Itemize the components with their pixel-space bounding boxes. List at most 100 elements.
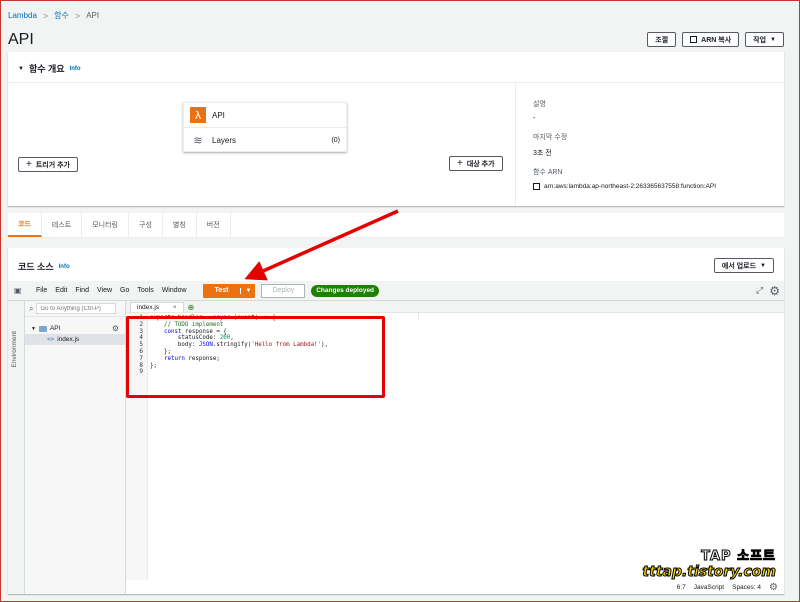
lambda-icon: λ [190,107,206,123]
test-button[interactable]: Test ▼ [202,283,256,298]
js-file-icon: <> [47,336,55,343]
ide-menubar: ▣ File Edit Find View Go Tools Window Te… [8,281,784,301]
tab-test[interactable]: 테스트 [42,212,83,237]
cursor-position: 6:7 [676,583,686,591]
copy-arn-button[interactable]: ARN 복사 [682,32,740,47]
add-destination-button[interactable]: + 대상 추가 [449,156,503,171]
language-mode[interactable]: JavaScript [694,584,724,591]
breadcrumb-separator: > [74,10,81,21]
breadcrumb: Lambda > 함수 > API [8,10,99,21]
function-overview-header[interactable]: ▼ 함수 개요 Info [18,62,81,75]
editor-status-bar: 6:7 JavaScript Spaces: 4 ⚙ [126,580,784,594]
tab-versions[interactable]: 버전 [197,212,231,237]
tree-folder-api[interactable]: ▼ API ⚙ [25,323,125,334]
divider [8,82,784,83]
goto-anything-input[interactable] [36,303,117,314]
vertical-divider [515,82,516,206]
adjust-label: 조절 [655,36,669,44]
menu-edit[interactable]: Edit [55,287,67,294]
environment-tab[interactable]: Environment [11,331,18,368]
deployed-status-badge: Changes deployed [311,284,380,297]
copy-icon[interactable] [533,183,540,190]
tab-configuration[interactable]: 구성 [129,212,163,237]
close-icon[interactable]: × [173,305,177,311]
function-name: API [212,110,225,120]
adjust-button[interactable]: 조절 [647,32,677,47]
menu-file[interactable]: File [36,287,47,294]
code-source-title: 코드 소스 [18,262,54,272]
new-tab-icon[interactable]: ⊕ [188,303,195,312]
actions-dropdown[interactable]: 작업 ▼ [745,32,784,47]
gear-icon[interactable]: ⚙ [769,582,778,593]
chevron-down-icon: ▼ [31,325,36,332]
upload-from-dropdown[interactable]: 에서 업로드 ▼ [713,258,774,273]
plus-icon: + [26,159,32,170]
menu-find[interactable]: Find [75,287,89,294]
tree-file-index-js[interactable]: <> index.js [25,334,125,345]
editor-tab-index-js[interactable]: index.js × [130,302,184,312]
actions-label: 작업 [753,36,767,44]
indent-setting[interactable]: Spaces: 4 [732,584,761,591]
last-modified-section: 마지막 수정 3초 전 [533,132,567,158]
caret-down-icon: ▼ [770,36,776,43]
gear-icon[interactable]: ⚙ [112,324,119,333]
info-link[interactable]: Info [59,264,70,270]
fullscreen-icon[interactable]: ⤢ [756,286,763,296]
function-overview-title: 함수 개요 [28,64,65,74]
print-margin [418,313,419,320]
description-section: 설명 - [533,99,546,122]
ide-toolbar-icons: ⤢ ⚙ [756,281,780,301]
breadcrumb-functions[interactable]: 함수 [54,10,69,21]
search-icon: ⌕ [29,303,34,313]
add-trigger-label: 트리거 추가 [35,161,70,169]
folder-name: API [49,325,61,332]
tab-monitoring[interactable]: 모니터링 [82,212,129,237]
deploy-button[interactable]: Deploy [261,283,306,298]
page-title: API [8,31,34,48]
menu-view[interactable]: View [97,287,112,294]
gear-icon[interactable]: ⚙ [769,284,780,298]
watermark: TAP 소프트 tttap.tistory.com [642,545,777,581]
function-card-name-row[interactable]: λ API [184,103,346,128]
description-value: - [533,115,536,122]
menu-window-icon[interactable]: ▣ [14,286,28,295]
header-actions: 조절 ARN 복사 작업 ▼ [647,32,784,47]
menu-tools[interactable]: Tools [137,287,153,294]
function-arn-label: 함수 ARN [533,169,563,176]
copy-arn-label: ARN 복사 [701,36,732,44]
menu-go[interactable]: Go [120,287,129,294]
menu-window[interactable]: Window [162,287,187,294]
upload-from-label: 에서 업로드 [721,262,757,270]
add-destination-label: 대상 추가 [466,160,495,168]
tab-code[interactable]: 코드 [8,212,42,237]
collapse-triangle-icon: ▼ [18,65,24,72]
caret-down-icon: ▼ [760,262,766,269]
test-label: Test [214,287,229,294]
editor-tab-bar: index.js × ⊕ [126,301,784,313]
function-arn-value: arn:aws:lambda:ap-northeast-2:2633656375… [544,183,717,190]
tab-aliases[interactable]: 별칭 [163,212,197,237]
layers-row[interactable]: ≋ Layers (0) [184,128,346,152]
function-card: λ API ≋ Layers (0) [183,102,347,152]
last-modified-label: 마지막 수정 [533,134,568,141]
breadcrumb-current: API [86,11,100,20]
environment-strip: Environment [8,301,25,594]
annotation-highlight-box [126,316,385,398]
copy-icon [690,36,698,43]
function-arn-row: arn:aws:lambda:ap-northeast-2:2633656375… [533,183,716,190]
last-modified-value: 3초 전 [533,150,552,157]
info-link[interactable]: Info [70,66,81,72]
layers-count: (0) [331,136,340,144]
description-label: 설명 [533,101,546,108]
file-name: index.js [57,336,80,343]
caret-down-icon[interactable]: ▼ [240,287,255,294]
function-tabs: 코드 테스트 모니터링 구성 별칭 버전 [8,212,784,238]
goto-anything: ⌕ [25,301,125,317]
breadcrumb-separator: > [42,10,49,21]
breadcrumb-lambda[interactable]: Lambda [8,11,37,20]
add-trigger-button[interactable]: + 트리거 추가 [18,157,78,172]
function-overview-panel: ▼ 함수 개요 Info λ API ≋ Layers (0) + 트리거 추가… [8,52,784,206]
watermark-bottom: tttap.tistory.com [642,564,777,581]
layers-icon: ≋ [193,133,203,147]
plus-icon: + [457,158,463,169]
